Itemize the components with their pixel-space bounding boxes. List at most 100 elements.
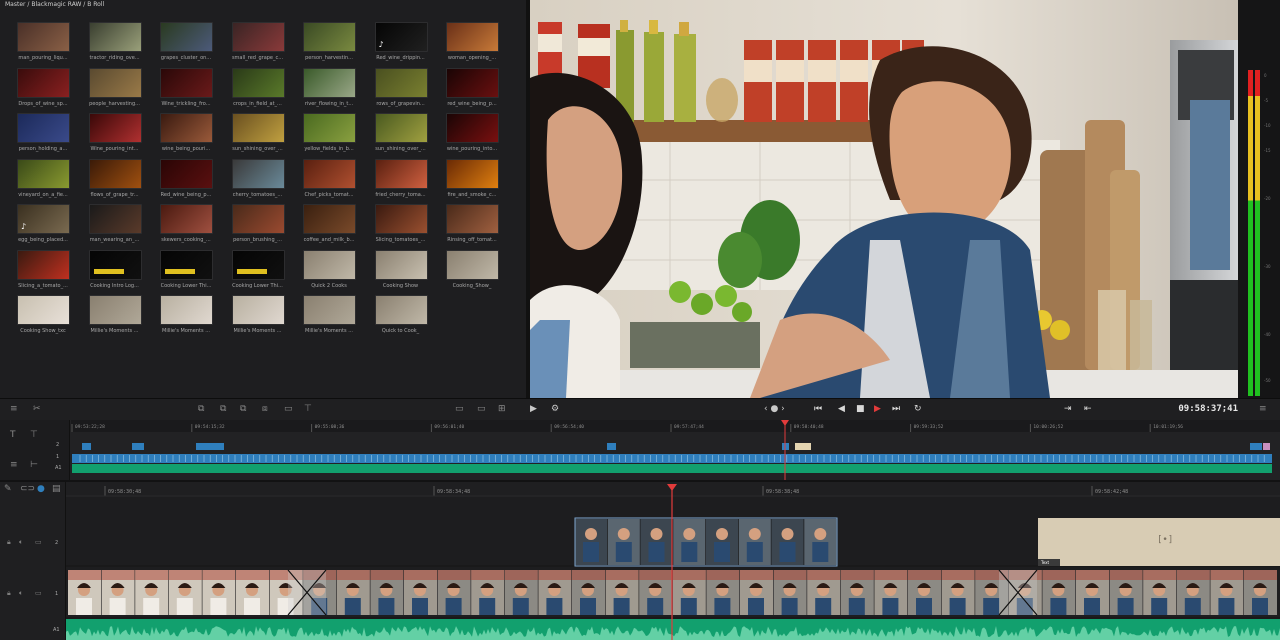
timecode-display[interactable]: 09:58:37;41 — [1178, 404, 1238, 414]
clip-thumbnail[interactable] — [374, 113, 428, 143]
media-clip[interactable]: Millie's Moments ... — [158, 295, 230, 341]
clip-thumbnail[interactable] — [446, 67, 499, 98]
mark-in-icon[interactable]: ⇥ — [1064, 404, 1072, 414]
source-overwrite-icon[interactable]: ▭ — [455, 404, 464, 414]
v2-monitor-icon[interactable]: ▭ — [35, 538, 42, 546]
clip-thumbnail[interactable] — [88, 67, 142, 98]
stop-icon[interactable]: ■ — [856, 404, 865, 414]
clip-thumbnail[interactable] — [17, 113, 70, 143]
media-clip[interactable]: Millie's Moments ... — [230, 295, 302, 341]
clip-thumbnail[interactable] — [17, 67, 70, 98]
clip-thumbnail[interactable] — [303, 158, 356, 189]
media-clip[interactable]: fried_cherry_toma... — [373, 158, 445, 205]
replace-clip-icon[interactable]: ⧉ — [240, 404, 246, 414]
media-clip[interactable]: sun_shining_over_... — [373, 113, 445, 159]
overwrite-clip-icon[interactable]: ⧉ — [220, 404, 226, 414]
media-clip[interactable]: ♪ Red_wine_drippin... — [373, 22, 445, 68]
clip-thumbnail[interactable] — [160, 158, 213, 189]
settings-sliders-icon[interactable]: ⚙ — [551, 404, 559, 414]
media-clip[interactable]: man_wearing_an_... — [87, 204, 159, 250]
media-clip[interactable]: Cooking Lower Thi... — [158, 249, 230, 296]
clip-thumbnail[interactable] — [88, 249, 142, 280]
timeline-view-icon[interactable]: ▤ — [52, 484, 61, 494]
media-clip[interactable]: person_harvestin... — [301, 22, 373, 68]
dissolve-icon[interactable]: ⊞ — [498, 404, 506, 414]
menu-icon[interactable]: ≡ — [1259, 404, 1267, 414]
viewer-mode-icon[interactable]: ▶ — [530, 404, 537, 414]
edit-mode-icon[interactable]: ✎ — [4, 484, 12, 494]
media-clip[interactable]: Cooking Show_txc — [15, 295, 87, 341]
clip-thumbnail[interactable] — [303, 249, 356, 280]
clip-thumbnail[interactable] — [88, 22, 142, 52]
clip-thumbnail[interactable] — [231, 22, 285, 52]
media-clip[interactable]: cherry_tomatoes_... — [230, 158, 302, 205]
media-clip[interactable]: flows_of_grape_tr... — [87, 158, 159, 205]
media-clip[interactable]: Drops_of_wine_sp... — [15, 67, 87, 114]
clip-thumbnail[interactable] — [160, 22, 213, 52]
jump-end-icon[interactable]: ⏭ — [892, 404, 900, 414]
media-clip[interactable]: Chef_picks_tomat... — [301, 158, 373, 205]
clip-thumbnail[interactable] — [88, 204, 142, 234]
place-on-top-icon[interactable]: ⧈ — [262, 404, 268, 414]
clip-thumbnail[interactable] — [88, 113, 142, 143]
media-clip[interactable]: Cooking Show — [373, 249, 445, 296]
clip-thumbnail[interactable] — [160, 113, 213, 143]
clip-thumbnail[interactable] — [374, 158, 428, 189]
media-clip[interactable]: small_red_grape_c... — [230, 22, 302, 68]
media-clip[interactable]: river_flowing_in_t... — [301, 67, 373, 114]
media-clip[interactable]: rows_of_grapevin... — [373, 67, 445, 114]
clip-thumbnail[interactable] — [160, 67, 213, 98]
clip-thumbnail[interactable] — [88, 158, 142, 189]
timeline-options-icon[interactable]: ≡ — [10, 404, 18, 414]
media-clip[interactable]: yellow_fields_in_b... — [301, 113, 373, 159]
media-clip[interactable]: Rinsing_off_tomat... — [444, 204, 516, 250]
clip-thumbnail[interactable] — [446, 113, 499, 143]
breadcrumb[interactable]: Master / Blackmagic RAW / B Roll — [5, 1, 104, 8]
clip-thumbnail[interactable] — [446, 204, 499, 234]
clip-thumbnail[interactable] — [374, 249, 428, 280]
v1-lock-icon[interactable]: 🔒︎ — [7, 589, 11, 598]
media-clip[interactable]: sun_shining_over_... — [230, 113, 302, 159]
link-clips-icon[interactable]: ⊂⊃ — [20, 484, 35, 494]
clip-thumbnail[interactable] — [160, 249, 213, 280]
media-clip[interactable]: fire_and_smoke_c... — [444, 158, 516, 205]
media-clip[interactable]: coffee_and_milk_b... — [301, 204, 373, 250]
media-clip[interactable]: Quick 2 Cooks — [301, 249, 373, 296]
media-clip[interactable]: crops_in_field_at_... — [230, 67, 302, 114]
clip-thumbnail[interactable] — [231, 295, 285, 325]
clip-thumbnail[interactable] — [88, 295, 142, 325]
media-clip[interactable]: Slicing_tomatoes_... — [373, 204, 445, 250]
mark-out-icon[interactable]: ⇤ — [1084, 404, 1092, 414]
ripple-icon[interactable]: ⊤ — [304, 404, 312, 414]
clip-thumbnail[interactable] — [374, 295, 428, 325]
clip-thumbnail[interactable] — [17, 249, 70, 280]
v1-audio-icon[interactable]: 🔈︎ — [19, 589, 23, 598]
v2-lock-icon[interactable]: 🔒︎ — [7, 538, 11, 547]
clip-thumbnail[interactable] — [303, 67, 356, 98]
jump-start-icon[interactable]: ⏮ — [814, 404, 822, 414]
smooth-cut-icon[interactable]: ▭ — [477, 404, 486, 414]
clip-thumbnail[interactable] — [446, 158, 499, 189]
clip-thumbnail[interactable] — [17, 158, 70, 189]
clip-thumbnail[interactable] — [303, 22, 356, 52]
clip-thumbnail[interactable] — [231, 67, 285, 98]
append-icon[interactable]: ▭ — [284, 404, 293, 414]
media-clip[interactable]: Wine_pouring_int... — [87, 113, 159, 159]
position-lock-icon[interactable]: ● — [37, 484, 45, 494]
clip-thumbnail[interactable] — [303, 204, 356, 234]
media-clip[interactable]: wine_pouring_into... — [444, 113, 516, 159]
media-clip[interactable]: Quick to Cook_ — [373, 295, 445, 341]
viewer[interactable] — [530, 0, 1238, 398]
clip-thumbnail[interactable] — [303, 295, 356, 325]
media-clip[interactable]: person_holding_a... — [15, 113, 87, 159]
clip-thumbnail[interactable] — [374, 204, 428, 234]
media-clip[interactable]: wine_being_pouri... — [158, 113, 230, 159]
v2-audio-icon[interactable]: 🔈︎ — [19, 538, 23, 547]
media-clip[interactable]: Millie's Moments ... — [87, 295, 159, 341]
clip-thumbnail[interactable] — [160, 295, 213, 325]
media-clip[interactable]: grapes_cluster_on... — [158, 22, 230, 68]
media-clip[interactable]: skewers_cooking_... — [158, 204, 230, 250]
media-clip[interactable]: ♪ egg_being_placed... — [15, 204, 87, 250]
clip-thumbnail[interactable] — [231, 204, 285, 234]
clip-thumbnail[interactable] — [374, 67, 428, 98]
